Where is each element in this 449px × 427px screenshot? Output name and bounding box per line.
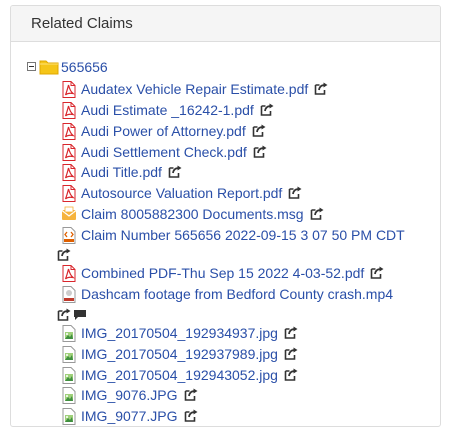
- tree-root[interactable]: 565656: [11, 57, 440, 79]
- file-item[interactable]: IMG_20170504_192943052.jpg: [57, 365, 440, 386]
- file-link[interactable]: IMG_20170504_192937989.jpg: [81, 346, 278, 362]
- file-item[interactable]: Claim 8005882300 Documents.msg: [57, 204, 440, 225]
- file-link[interactable]: IMG_9076.JPG: [81, 387, 178, 403]
- file-item[interactable]: IMG_9076.JPG: [57, 385, 440, 406]
- file-list: Audatex Vehicle Repair Estimate.pdf Audi …: [57, 79, 440, 426]
- file-item[interactable]: Audi Title.pdf: [57, 162, 440, 183]
- share-icon[interactable]: [284, 366, 298, 381]
- folder-icon: [39, 60, 59, 75]
- collapse-toggle-icon[interactable]: [27, 62, 36, 71]
- image-file-icon: [61, 325, 77, 342]
- pdf-file-icon: [61, 143, 77, 161]
- file-link[interactable]: IMG_20170504_192943052.jpg: [81, 367, 278, 383]
- pdf-file-icon: [61, 185, 77, 203]
- file-item[interactable]: Audi Power of Attorney.pdf: [57, 121, 440, 142]
- file-link[interactable]: IMG_20170504_192934937.jpg: [81, 325, 278, 341]
- share-icon[interactable]: [184, 386, 198, 402]
- share-icon[interactable]: [184, 407, 198, 422]
- image-file-icon: [61, 387, 77, 405]
- share-icon[interactable]: [252, 122, 266, 137]
- related-claims-panel: Related Claims 565656 Audatex Vehicle Re…: [10, 5, 441, 427]
- file-link[interactable]: Audi Title.pdf: [81, 164, 162, 180]
- pdf-file-icon: [61, 101, 77, 119]
- share-icon[interactable]: [288, 184, 302, 199]
- video-file-icon: [61, 286, 77, 304]
- share-icon[interactable]: [260, 101, 274, 116]
- comment-icon[interactable]: [73, 306, 87, 320]
- image-file-icon: [61, 366, 77, 384]
- file-item[interactable]: Claim Number 565656 2022-09-15 3 07 50 P…: [57, 225, 440, 264]
- file-link[interactable]: IMG_9077.JPG: [81, 408, 178, 424]
- share-icon[interactable]: [57, 306, 71, 321]
- pdf-file-icon: [61, 265, 77, 283]
- pdf-file-icon: [61, 122, 77, 140]
- file-item[interactable]: IMG_9077.JPG: [57, 406, 440, 426]
- email-file-icon: [61, 206, 77, 223]
- share-icon[interactable]: [284, 324, 298, 339]
- panel-title: Related Claims: [11, 6, 440, 42]
- file-link[interactable]: Autosource Valuation Report.pdf: [81, 185, 282, 201]
- image-file-icon: [61, 408, 77, 426]
- file-link[interactable]: Dashcam footage from Bedford County cras…: [81, 286, 393, 302]
- claims-tree: 565656 Audatex Vehicle Repair Estimate.p…: [11, 42, 440, 426]
- file-item[interactable]: Dashcam footage from Bedford County cras…: [57, 284, 440, 323]
- tree-root-label[interactable]: 565656: [61, 57, 108, 77]
- pdf-file-icon: [61, 164, 77, 182]
- share-icon[interactable]: [310, 205, 324, 220]
- pdf-file-icon: [61, 81, 77, 99]
- file-item[interactable]: IMG_20170504_192937989.jpg: [57, 344, 440, 365]
- file-item[interactable]: Combined PDF-Thu Sep 15 2022 4-03-52.pdf: [57, 263, 440, 284]
- share-icon[interactable]: [314, 80, 328, 95]
- file-item[interactable]: Audi Settlement Check.pdf: [57, 142, 440, 163]
- file-link[interactable]: Audatex Vehicle Repair Estimate.pdf: [81, 81, 308, 97]
- share-icon[interactable]: [284, 345, 298, 360]
- file-item[interactable]: Audi Estimate _16242-1.pdf: [57, 100, 440, 121]
- share-icon[interactable]: [253, 143, 267, 158]
- file-item[interactable]: Audatex Vehicle Repair Estimate.pdf: [57, 79, 440, 100]
- file-link[interactable]: Combined PDF-Thu Sep 15 2022 4-03-52.pdf: [81, 265, 364, 281]
- file-item[interactable]: IMG_20170504_192934937.jpg: [57, 323, 440, 344]
- file-link[interactable]: Audi Power of Attorney.pdf: [81, 123, 246, 139]
- file-item[interactable]: Autosource Valuation Report.pdf: [57, 183, 440, 204]
- file-link[interactable]: Claim 8005882300 Documents.msg: [81, 206, 304, 222]
- file-link[interactable]: Audi Settlement Check.pdf: [81, 144, 247, 160]
- file-link[interactable]: Claim Number 565656 2022-09-15 3 07 50 P…: [81, 227, 405, 243]
- file-link[interactable]: Audi Estimate _16242-1.pdf: [81, 102, 254, 118]
- html-file-icon: [61, 226, 77, 244]
- share-icon[interactable]: [168, 163, 182, 179]
- share-icon[interactable]: [370, 264, 384, 280]
- image-file-icon: [61, 345, 77, 363]
- share-icon[interactable]: [57, 246, 71, 262]
